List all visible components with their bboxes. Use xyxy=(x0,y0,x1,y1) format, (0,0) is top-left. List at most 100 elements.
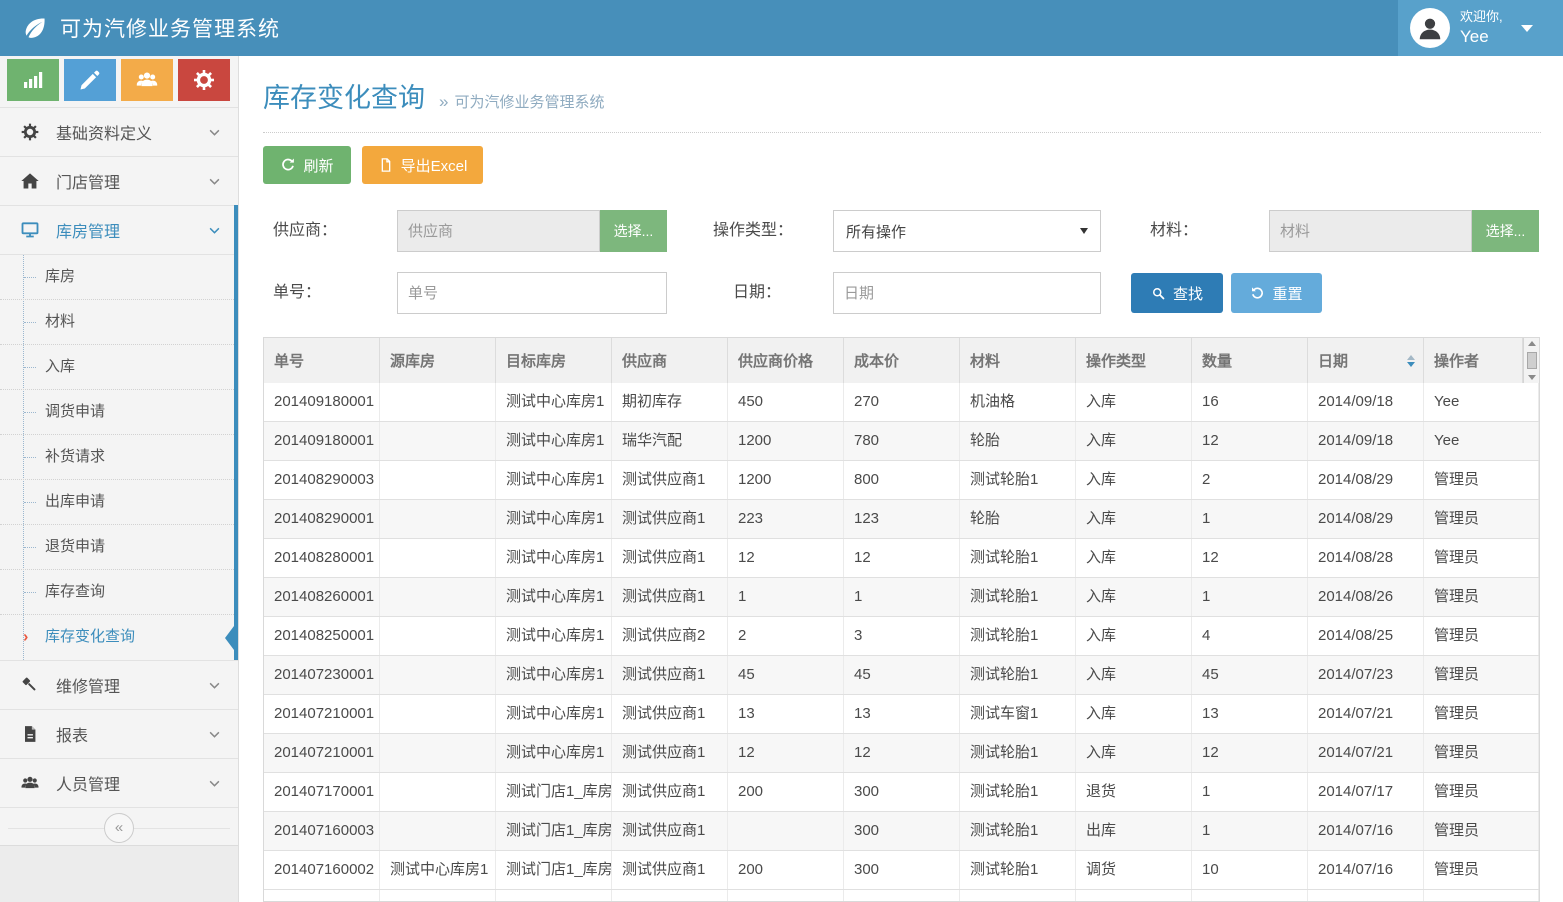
table-row-2[interactable]: 201408290003测试中心库房1测试供应商11200800测试轮胎1入库2… xyxy=(264,461,1539,500)
column-header-6[interactable]: 材料 xyxy=(960,338,1076,383)
table-cell: 2014/09/18 xyxy=(1308,383,1424,421)
file-icon xyxy=(378,157,394,173)
table-cell xyxy=(612,890,728,902)
table-row-6[interactable]: 201408250001测试中心库房1测试供应商223测试轮胎1入库42014/… xyxy=(264,617,1539,656)
table-cell xyxy=(1424,890,1539,902)
table-cell: 入库 xyxy=(1076,461,1192,499)
leaf-icon xyxy=(22,15,48,41)
column-header-8[interactable]: 数量 xyxy=(1192,338,1308,383)
sidebar-item-label: 人员管理 xyxy=(56,771,120,795)
select-caret-icon xyxy=(1080,228,1088,234)
sidebar-subitem-2[interactable]: 入库 xyxy=(0,345,234,390)
order-number-input[interactable] xyxy=(397,272,667,314)
table-cell xyxy=(380,578,496,616)
table-row-8[interactable]: 201407210001测试中心库房1测试供应商11313测试车窗1入库1320… xyxy=(264,695,1539,734)
sidebar-item-personnel[interactable]: 人员管理 xyxy=(0,758,238,807)
sidebar-item-reports[interactable]: 报表 xyxy=(0,709,238,758)
table-cell: 223 xyxy=(728,500,844,538)
search-button[interactable]: 查找 xyxy=(1131,273,1223,313)
export-excel-button[interactable]: 导出Excel xyxy=(362,146,483,184)
table-cell: 12 xyxy=(844,734,960,772)
table-cell: 测试供应商1 xyxy=(612,734,728,772)
vertical-scrollbar[interactable] xyxy=(1523,338,1539,383)
table-row-4[interactable]: 201408280001测试中心库房1测试供应商11212测试轮胎1入库1220… xyxy=(264,539,1539,578)
table-row-3[interactable]: 201408290001测试中心库房1测试供应商1223123轮胎入库12014… xyxy=(264,500,1539,539)
table-cell: 出库 xyxy=(1076,812,1192,850)
table-cell xyxy=(264,890,380,902)
sidebar-subitem-5[interactable]: 出库申请 xyxy=(0,480,234,525)
undo-icon xyxy=(1250,286,1265,301)
table-row-12[interactable]: 201407160002测试中心库房1测试门店1_库房测试供应商1200300测… xyxy=(264,851,1539,890)
main-content: 库存变化查询 »可为汽修业务管理系统 刷新 导出Excel 供应商： 选择...… xyxy=(239,56,1563,902)
page-head: 库存变化查询 »可为汽修业务管理系统 xyxy=(263,76,604,115)
table-row-0[interactable]: 201409180001测试中心库房1期初库存450270机油格入库162014… xyxy=(264,383,1539,422)
table-cell: 入库 xyxy=(1076,734,1192,772)
operation-type-select[interactable]: 所有操作 xyxy=(833,210,1101,252)
column-header-7[interactable]: 操作类型 xyxy=(1076,338,1192,383)
shortcut-users-button[interactable] xyxy=(121,59,173,101)
refresh-button[interactable]: 刷新 xyxy=(263,146,351,184)
supplier-input[interactable] xyxy=(397,210,600,252)
reset-button[interactable]: 重置 xyxy=(1231,273,1322,313)
table-cell: 45 xyxy=(1192,656,1308,694)
column-header-0[interactable]: 单号 xyxy=(264,338,380,383)
table-header-row: 单号源库房目标库房供应商供应商价格成本价材料操作类型数量日期操作者 xyxy=(264,338,1539,383)
table-row-9[interactable]: 201407210001测试中心库房1测试供应商11212测试轮胎1入库1220… xyxy=(264,734,1539,773)
sidebar-item-warehouse-management[interactable]: 库房管理 xyxy=(0,205,234,254)
table-cell: 测试中心库房1 xyxy=(496,422,612,460)
table-cell: 管理员 xyxy=(1424,812,1539,850)
collapse-sidebar-button[interactable]: « xyxy=(104,813,134,843)
sidebar-subitem-3[interactable]: 调货申请 xyxy=(0,390,234,435)
table-cell: 测试轮胎1 xyxy=(960,773,1076,811)
scroll-down-icon[interactable] xyxy=(1528,375,1536,380)
shortcut-statistics-button[interactable] xyxy=(7,59,59,101)
brand: 可为汽修业务管理系统 xyxy=(0,0,400,56)
sidebar-item-base-data[interactable]: 基础资料定义 xyxy=(0,107,238,156)
date-input[interactable] xyxy=(833,272,1101,314)
user-menu[interactable]: 欢迎你, Yee xyxy=(1398,0,1563,56)
table-cell xyxy=(380,812,496,850)
table-cell: 201408250001 xyxy=(264,617,380,655)
breadcrumb: »可为汽修业务管理系统 xyxy=(439,91,604,112)
sidebar-subitem-8[interactable]: 库存变化查询 xyxy=(0,615,234,660)
sidebar-subitem-0[interactable]: 库房 xyxy=(0,255,234,300)
material-input[interactable] xyxy=(1269,210,1472,252)
column-header-5[interactable]: 成本价 xyxy=(844,338,960,383)
table-cell xyxy=(380,695,496,733)
shortcut-settings-button[interactable] xyxy=(178,59,230,101)
export-label: 导出Excel xyxy=(401,155,468,176)
table-cell: 管理员 xyxy=(1424,539,1539,577)
sidebar-subitem-4[interactable]: 补货请求 xyxy=(0,435,234,480)
column-header-9[interactable]: 日期 xyxy=(1308,338,1424,383)
table-row-10[interactable]: 201407170001测试门店1_库房测试供应商1200300测试轮胎1退货1… xyxy=(264,773,1539,812)
sidebar-subitem-7[interactable]: 库存查询 xyxy=(0,570,234,615)
sidebar-subitem-6[interactable]: 退货申请 xyxy=(0,525,234,570)
table-row-1[interactable]: 201409180001测试中心库房1瑞华汽配1200780轮胎入库122014… xyxy=(264,422,1539,461)
column-header-3[interactable]: 供应商 xyxy=(612,338,728,383)
column-header-4[interactable]: 供应商价格 xyxy=(728,338,844,383)
table-cell: 入库 xyxy=(1076,695,1192,733)
sidebar-item-repair-management[interactable]: 维修管理 xyxy=(0,660,238,709)
table-row-7[interactable]: 201407230001测试中心库房1测试供应商14545测试轮胎1入库4520… xyxy=(264,656,1539,695)
column-header-1[interactable]: 源库房 xyxy=(380,338,496,383)
sidebar-subitem-label: 库房 xyxy=(45,268,75,285)
scroll-up-icon[interactable] xyxy=(1528,341,1536,346)
table-cell: 45 xyxy=(844,656,960,694)
supplier-select-button[interactable]: 选择... xyxy=(600,210,667,252)
table-cell: 测试中心库房1 xyxy=(496,461,612,499)
table-cell: 2014/08/25 xyxy=(1308,617,1424,655)
shortcut-edit-button[interactable] xyxy=(64,59,116,101)
table-cell: 1 xyxy=(1192,578,1308,616)
scroll-thumb[interactable] xyxy=(1527,352,1537,369)
table-body: 201409180001测试中心库房1期初库存450270机油格入库162014… xyxy=(264,383,1539,902)
sidebar-subitem-1[interactable]: 材料 xyxy=(0,300,234,345)
sidebar-item-store-management[interactable]: 门店管理 xyxy=(0,156,238,205)
material-select-button[interactable]: 选择... xyxy=(1472,210,1539,252)
column-header-10[interactable]: 操作者 xyxy=(1424,338,1523,383)
table-row-11[interactable]: 201407160003测试门店1_库房测试供应商1300测试轮胎1出库1201… xyxy=(264,812,1539,851)
table-row-5[interactable]: 201408260001测试中心库房1测试供应商111测试轮胎1入库12014/… xyxy=(264,578,1539,617)
sidebar-subitem-label: 库存查询 xyxy=(45,583,105,600)
table-cell: 200 xyxy=(728,851,844,889)
column-header-2[interactable]: 目标库房 xyxy=(496,338,612,383)
table-cell: 2014/07/21 xyxy=(1308,734,1424,772)
